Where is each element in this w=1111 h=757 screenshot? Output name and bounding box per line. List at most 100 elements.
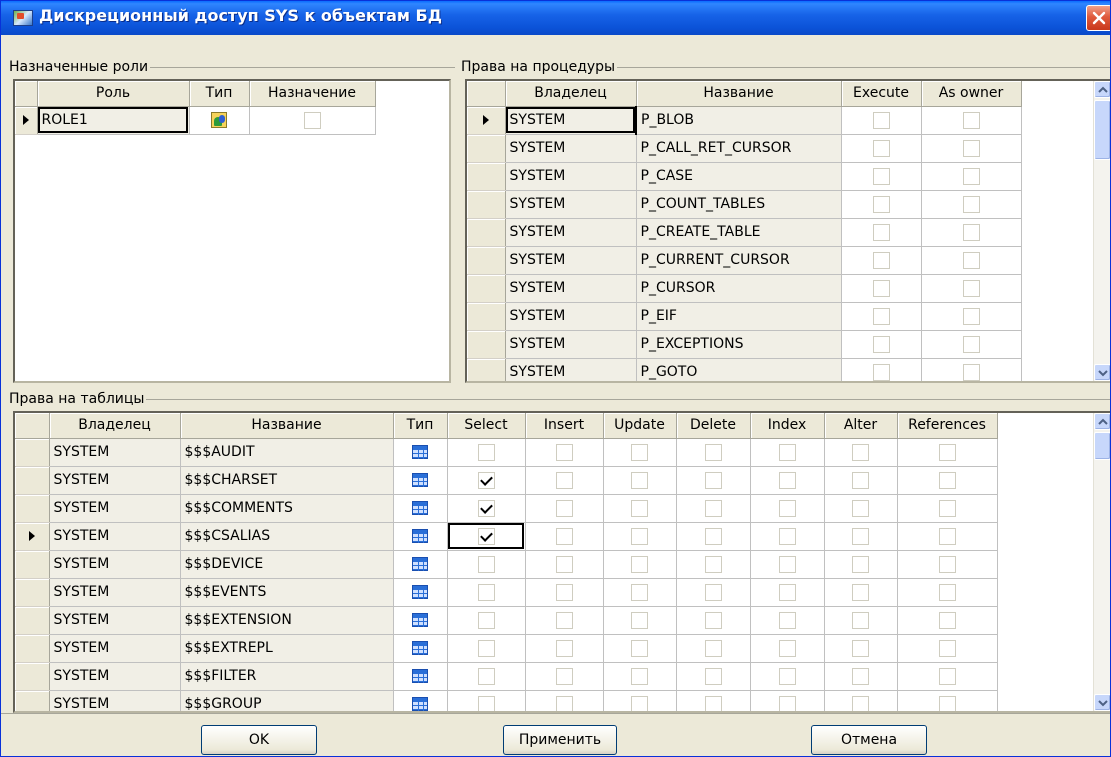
table-row[interactable]: SYSTEM $$$DEVICE [15, 550, 998, 579]
header-assigned[interactable]: Назначение [249, 81, 376, 107]
table-row[interactable]: SYSTEM P_CURSOR [467, 274, 1022, 303]
execute-cell[interactable] [841, 106, 922, 135]
table-row[interactable]: SYSTEM P_EXCEPTIONS [467, 330, 1022, 359]
delete-cell[interactable] [676, 578, 751, 607]
execute-checkbox[interactable] [872, 307, 890, 325]
index-checkbox[interactable] [778, 499, 796, 517]
insert-checkbox[interactable] [555, 555, 573, 573]
row-indicator[interactable] [15, 606, 50, 635]
procedure-name-cell[interactable]: P_GOTO [636, 358, 842, 381]
cancel-button[interactable]: Отмена [811, 725, 927, 755]
references-checkbox[interactable] [938, 527, 956, 545]
insert-checkbox[interactable] [555, 527, 573, 545]
references-cell[interactable] [897, 466, 998, 495]
row-indicator[interactable] [15, 662, 50, 691]
alter-checkbox[interactable] [852, 471, 869, 489]
update-cell[interactable] [603, 690, 677, 711]
insert-cell[interactable] [525, 438, 604, 467]
insert-checkbox[interactable] [555, 639, 573, 657]
select-cell[interactable] [447, 466, 526, 495]
alter-checkbox[interactable] [852, 667, 869, 685]
index-cell[interactable] [750, 494, 825, 523]
select-cell[interactable] [447, 522, 526, 551]
as-owner-checkbox[interactable] [962, 279, 980, 297]
execute-cell[interactable] [841, 134, 922, 163]
row-indicator[interactable] [467, 246, 506, 275]
references-cell[interactable] [897, 606, 998, 635]
as-owner-checkbox[interactable] [962, 195, 980, 213]
delete-cell[interactable] [676, 550, 751, 579]
as-owner-cell[interactable] [921, 330, 1022, 359]
table-name-cell[interactable]: $$$FILTER [180, 662, 394, 691]
execute-cell[interactable] [841, 358, 922, 381]
insert-cell[interactable] [525, 606, 604, 635]
execute-checkbox[interactable] [872, 223, 890, 241]
update-checkbox[interactable] [631, 527, 648, 545]
references-cell[interactable] [897, 690, 998, 711]
select-cell[interactable] [447, 550, 526, 579]
as-owner-checkbox[interactable] [962, 363, 980, 381]
as-owner-checkbox[interactable] [962, 167, 980, 185]
owner-cell[interactable]: SYSTEM [505, 358, 637, 381]
insert-checkbox[interactable] [555, 695, 573, 711]
update-checkbox[interactable] [631, 639, 648, 657]
procedures-scrollbar[interactable] [1093, 81, 1110, 381]
alter-checkbox[interactable] [852, 695, 869, 711]
table-name-cell[interactable]: $$$DEVICE [180, 550, 394, 579]
as-owner-checkbox[interactable] [962, 335, 980, 353]
delete-cell[interactable] [676, 634, 751, 663]
delete-checkbox[interactable] [704, 555, 722, 573]
as-owner-checkbox[interactable] [962, 251, 980, 269]
ok-button[interactable]: OK [201, 725, 317, 755]
references-checkbox[interactable] [938, 555, 956, 573]
row-indicator[interactable] [467, 218, 506, 247]
alter-cell[interactable] [824, 466, 898, 495]
row-indicator[interactable] [15, 522, 50, 551]
as-owner-cell[interactable] [921, 358, 1022, 381]
table-row[interactable]: SYSTEM P_BLOB [467, 106, 1022, 135]
alter-checkbox[interactable] [852, 527, 869, 545]
alter-cell[interactable] [824, 634, 898, 663]
insert-cell[interactable] [525, 494, 604, 523]
procedure-name-cell[interactable]: P_CALL_RET_CURSOR [636, 134, 842, 163]
owner-cell[interactable]: SYSTEM [505, 190, 637, 219]
header-execute[interactable]: Execute [841, 81, 922, 107]
assigned-cell[interactable] [249, 106, 376, 135]
header-type[interactable]: Тип [189, 81, 250, 107]
table-row[interactable]: SYSTEM $$$EXTENSION [15, 606, 998, 635]
references-cell[interactable] [897, 578, 998, 607]
table-row[interactable]: SYSTEM P_CALL_RET_CURSOR [467, 134, 1022, 163]
alter-checkbox[interactable] [852, 583, 869, 601]
assigned-checkbox[interactable] [303, 111, 321, 129]
index-cell[interactable] [750, 690, 825, 711]
alter-checkbox[interactable] [852, 443, 869, 461]
as-owner-checkbox[interactable] [962, 307, 980, 325]
header-select[interactable]: Select [447, 413, 526, 439]
owner-cell[interactable]: SYSTEM [49, 466, 181, 495]
table-row[interactable]: ROLE1 [15, 106, 376, 135]
index-cell[interactable] [750, 662, 825, 691]
procedure-name-cell[interactable]: P_BLOB [635, 106, 842, 135]
owner-cell[interactable]: SYSTEM [49, 606, 181, 635]
execute-checkbox[interactable] [872, 195, 890, 213]
delete-cell[interactable] [676, 466, 751, 495]
table-name-cell[interactable]: $$$COMMENTS [180, 494, 394, 523]
execute-checkbox[interactable] [872, 111, 890, 129]
insert-cell[interactable] [525, 634, 604, 663]
insert-checkbox[interactable] [555, 471, 573, 489]
alter-checkbox[interactable] [852, 499, 869, 517]
execute-cell[interactable] [841, 218, 922, 247]
as-owner-cell[interactable] [921, 302, 1022, 331]
owner-cell[interactable]: SYSTEM [49, 578, 181, 607]
table-row[interactable]: SYSTEM $$$EXTREPL [15, 634, 998, 663]
index-cell[interactable] [750, 606, 825, 635]
scroll-thumb[interactable] [1094, 432, 1110, 460]
owner-cell[interactable]: SYSTEM [505, 134, 637, 163]
execute-cell[interactable] [841, 274, 922, 303]
as-owner-checkbox[interactable] [962, 223, 980, 241]
alter-cell[interactable] [824, 494, 898, 523]
references-checkbox[interactable] [938, 499, 956, 517]
select-cell[interactable] [447, 634, 526, 663]
table-row[interactable]: SYSTEM $$$CHARSET [15, 466, 998, 495]
alter-cell[interactable] [824, 522, 898, 551]
